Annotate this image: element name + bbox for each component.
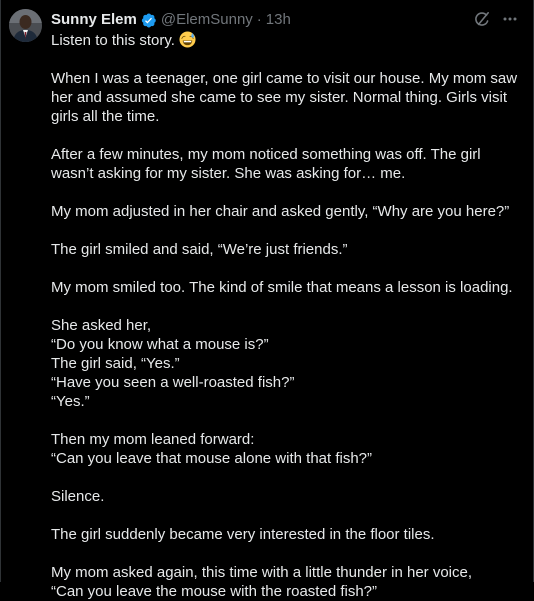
header-separator: · <box>256 11 262 28</box>
verified-badge-icon <box>140 12 157 29</box>
post-paragraph: When I was a teenager, one girl came to … <box>51 70 518 125</box>
tweet-header: Sunny Elem @ElemSunny · 13h <box>51 10 291 30</box>
tweet: Sunny Elem @ElemSunny · 13h Listen to th… <box>0 0 534 600</box>
post-paragraph: The girl suddenly became very interested… <box>51 526 435 543</box>
author-name[interactable]: Sunny Elem <box>51 10 137 30</box>
post-paragraph: My mom smiled too. The kind of smile tha… <box>51 279 513 296</box>
post-intro-text: Listen to this story. <box>51 32 175 49</box>
post-intro: Listen to this story. <box>51 31 521 50</box>
post-paragraph: Silence. <box>51 488 105 505</box>
grok-icon[interactable] <box>473 10 491 28</box>
post-paragraph: My mom asked again, this time with a lit… <box>51 564 473 600</box>
post-timestamp[interactable]: 13h <box>266 10 291 30</box>
avatar[interactable] <box>9 9 42 42</box>
grinning-sweat-emoji-icon <box>179 31 196 48</box>
author-handle[interactable]: @ElemSunny <box>161 10 253 30</box>
post-paragraph: She asked her, “Do you know what a mouse… <box>51 317 295 410</box>
post-paragraph: Then my mom leaned forward: “Can you lea… <box>51 431 373 467</box>
tweet-actions <box>473 10 519 28</box>
more-icon[interactable] <box>501 10 519 28</box>
post-paragraph: My mom adjusted in her chair and asked g… <box>51 203 510 220</box>
post-paragraph: The girl smiled and said, “We’re just fr… <box>51 241 348 258</box>
post-text: Listen to this story. When I was a teena… <box>51 31 521 601</box>
post-paragraph: After a few minutes, my mom noticed some… <box>51 146 481 182</box>
